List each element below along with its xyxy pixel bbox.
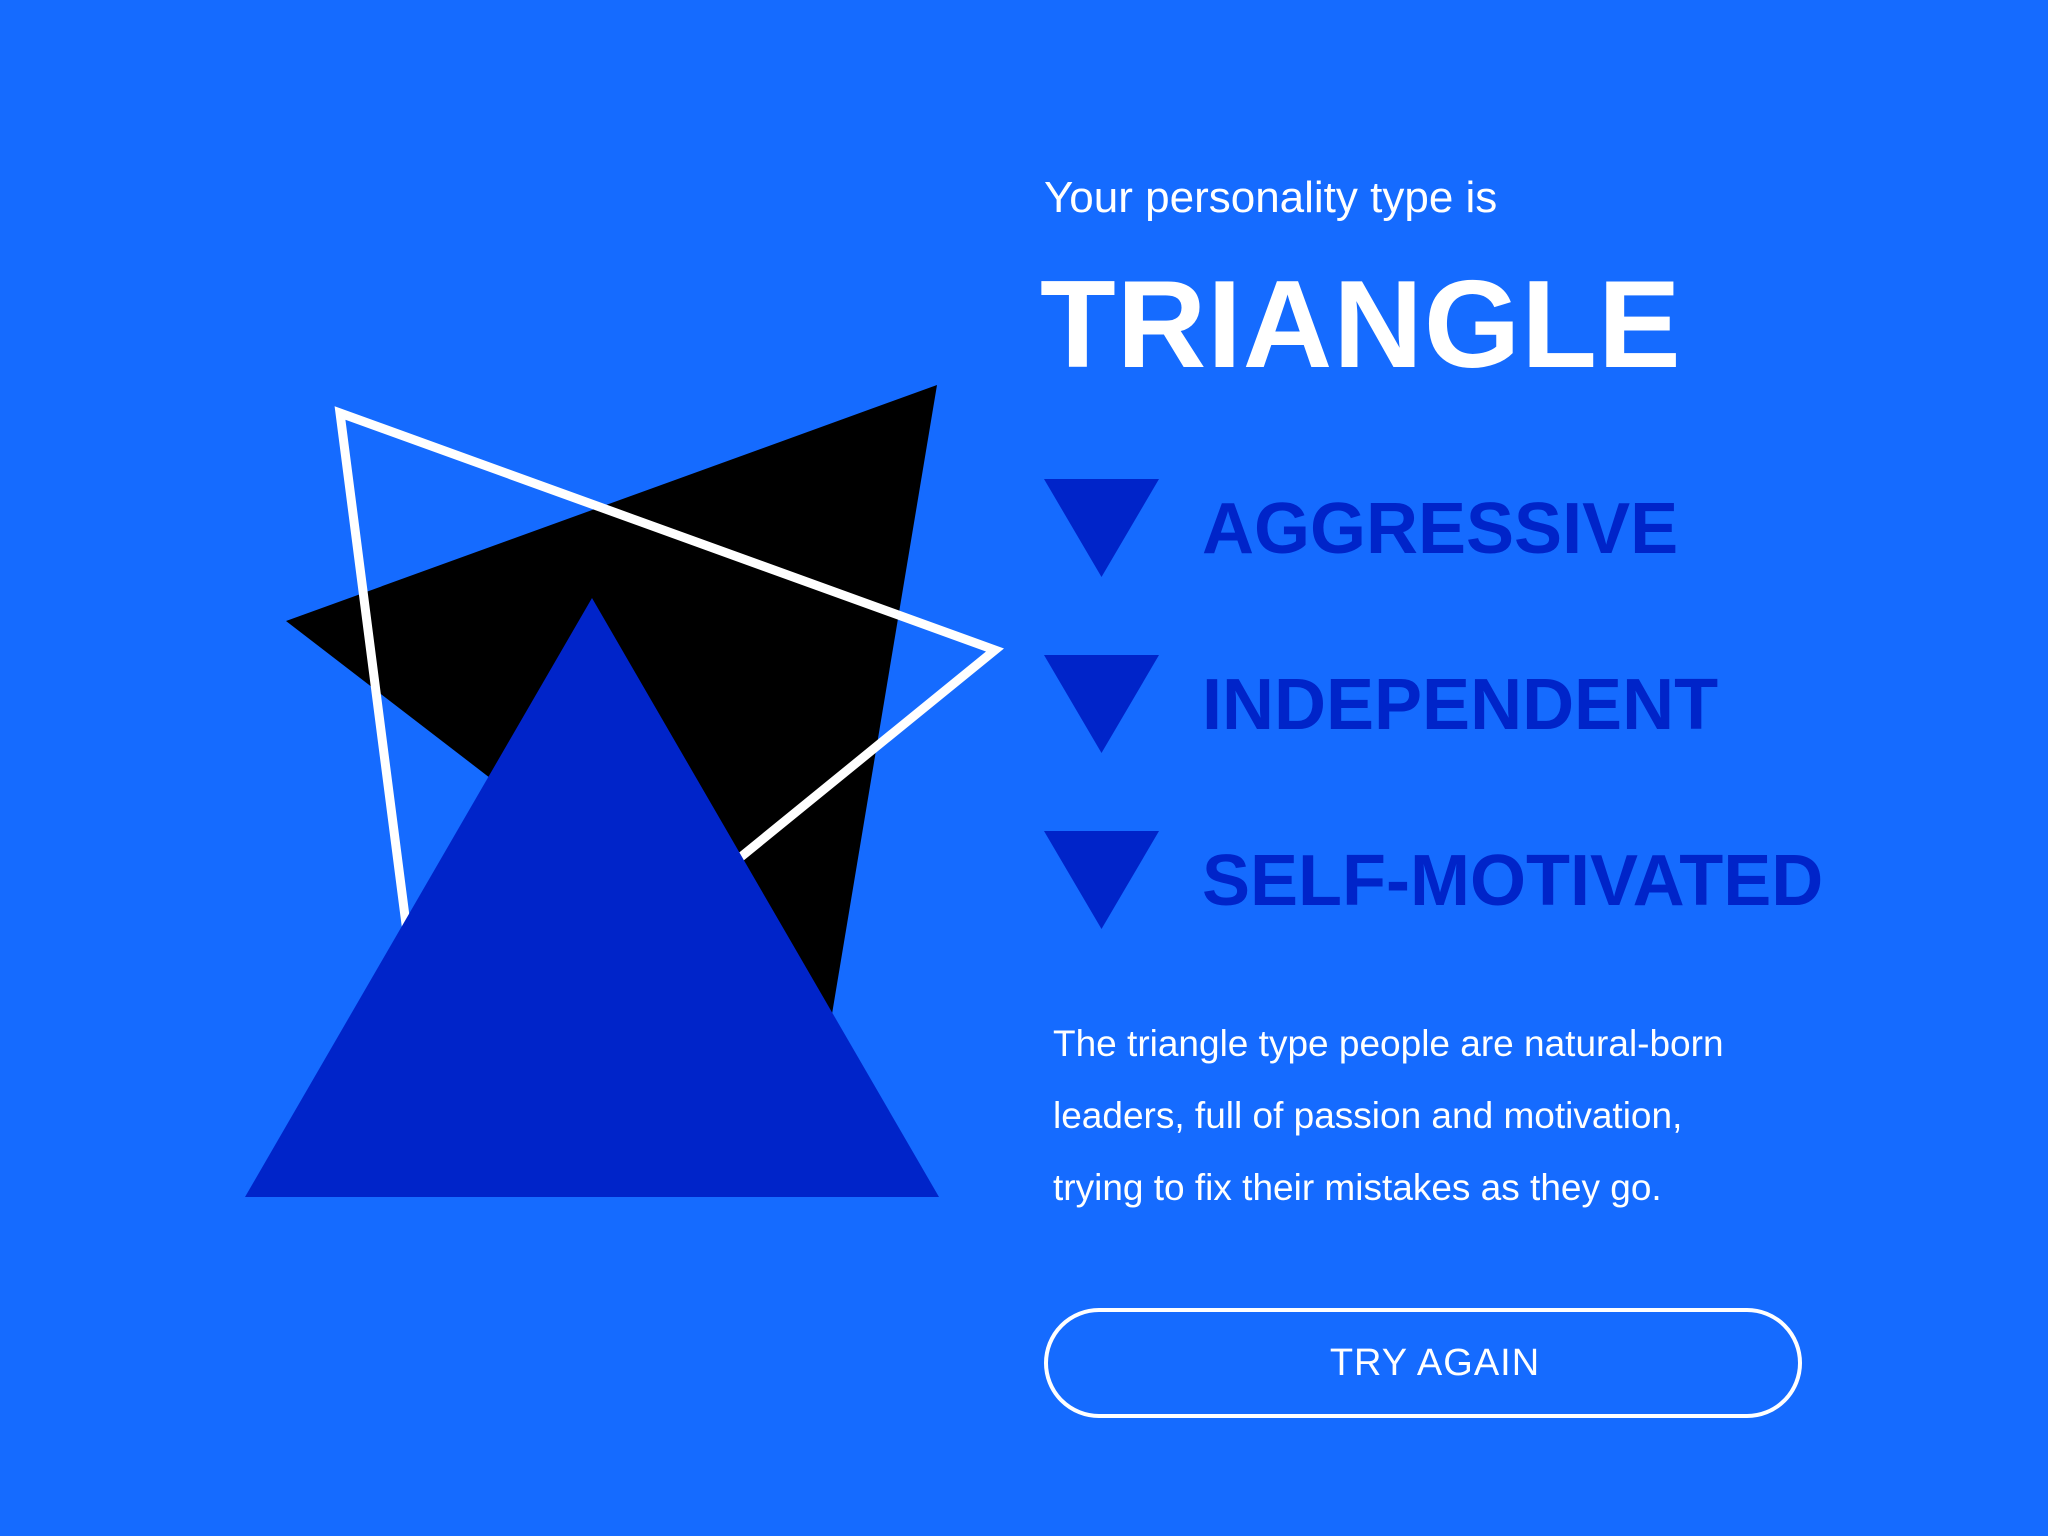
description-line: trying to fix their mistakes as they go. bbox=[1053, 1167, 1662, 1208]
down-triangle-icon bbox=[1044, 831, 1159, 929]
trait-item-self-motivated: SELF-MOTIVATED bbox=[1044, 831, 1844, 931]
type-description: The triangle type people are natural-bor… bbox=[1053, 1008, 1833, 1224]
down-triangle-icon bbox=[1044, 479, 1159, 577]
description-line: The triangle type people are natural-bor… bbox=[1053, 1023, 1724, 1064]
trait-item-aggressive: AGGRESSIVE bbox=[1044, 479, 1844, 579]
description-line: leaders, full of passion and motivation, bbox=[1053, 1095, 1683, 1136]
trait-item-independent: INDEPENDENT bbox=[1044, 655, 1844, 755]
trait-label: AGGRESSIVE bbox=[1202, 489, 1679, 569]
personality-type-title: TRIANGLE bbox=[1040, 256, 1682, 394]
trait-label: INDEPENDENT bbox=[1202, 665, 1719, 745]
down-triangle-icon bbox=[1044, 655, 1159, 753]
triangles-illustration bbox=[245, 385, 1005, 1197]
result-intro-text: Your personality type is bbox=[1044, 173, 1498, 222]
try-again-button[interactable]: TRY AGAIN bbox=[1044, 1308, 1802, 1418]
trait-label: SELF-MOTIVATED bbox=[1202, 841, 1824, 921]
